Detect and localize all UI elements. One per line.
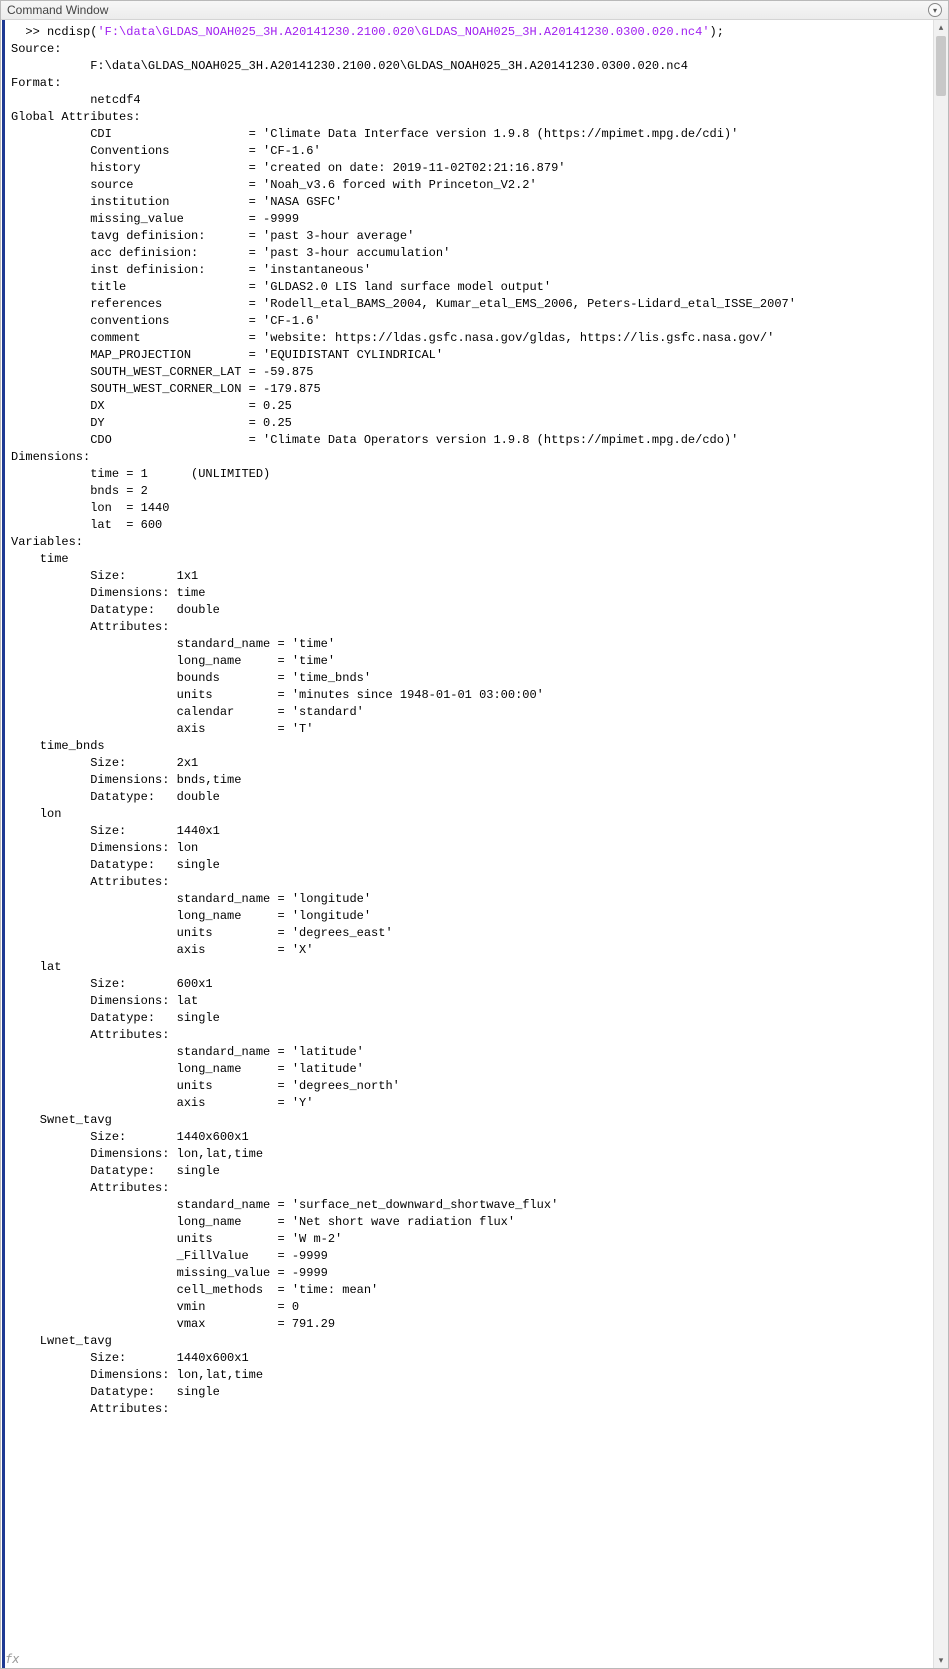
actions-dropdown-icon[interactable]: ▾ xyxy=(928,3,942,17)
scroll-up-icon[interactable]: ▴ xyxy=(934,20,948,35)
scroll-thumb[interactable] xyxy=(936,36,946,96)
scroll-down-icon[interactable]: ▾ xyxy=(934,1653,948,1668)
vertical-scrollbar[interactable]: ▴ ▾ xyxy=(933,20,948,1668)
title-bar: Command Window ▾ xyxy=(1,1,948,20)
console-output[interactable]: >> ncdisp('F:\data\GLDAS_NOAH025_3H.A201… xyxy=(5,20,933,1668)
content-area: >> ncdisp('F:\data\GLDAS_NOAH025_3H.A201… xyxy=(1,20,948,1668)
window-title: Command Window xyxy=(7,3,108,17)
command-window: Command Window ▾ >> ncdisp('F:\data\GLDA… xyxy=(0,0,949,1669)
function-indicator: fx xyxy=(5,1652,19,1666)
